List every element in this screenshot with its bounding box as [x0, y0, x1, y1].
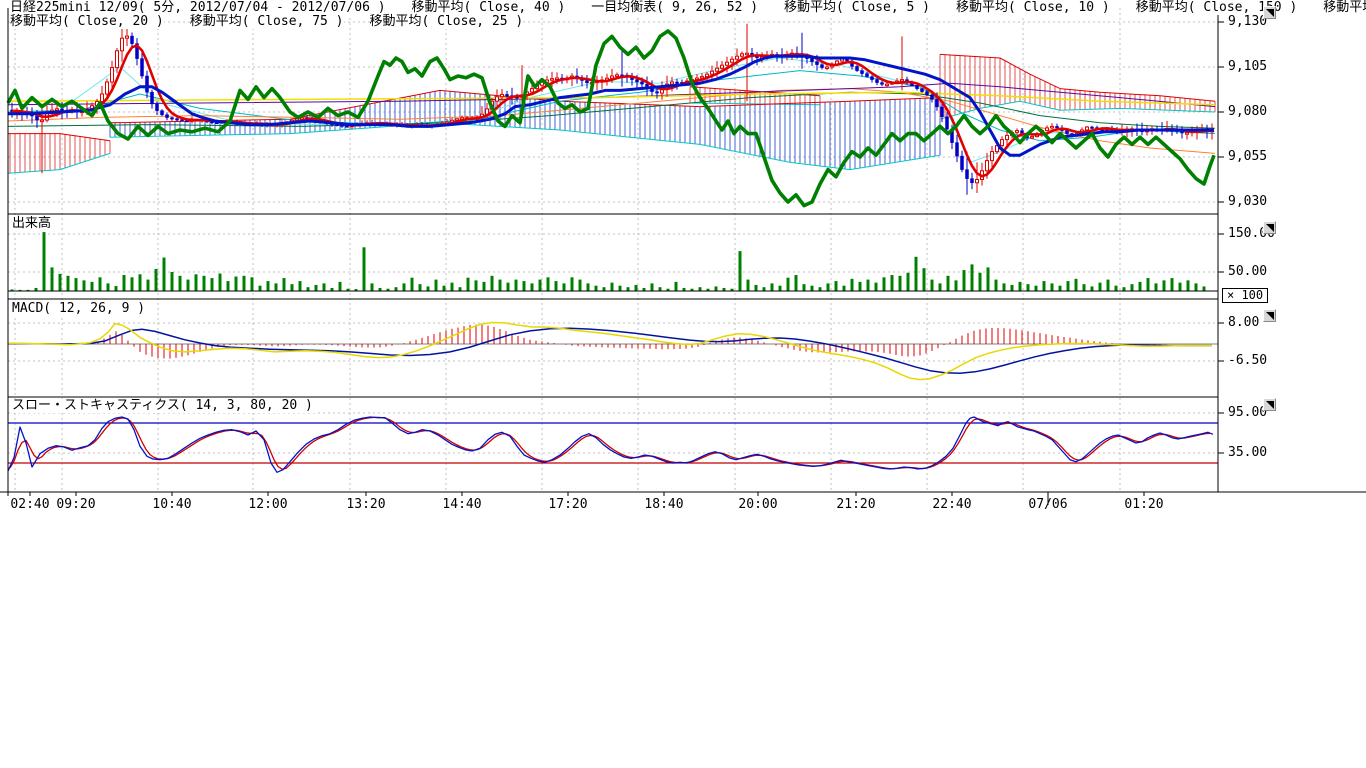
time-axis-tick-label: 21:20	[836, 498, 875, 511]
time-axis-tick-label: 22:40	[932, 498, 971, 511]
time-axis-tick-label: 20:00	[738, 498, 777, 511]
chart-canvas	[0, 0, 1366, 520]
time-axis-tick-label: 18:40	[644, 498, 683, 511]
y-axis-tick-label: 9,105	[1228, 60, 1267, 73]
corner-triangle-icon	[1264, 310, 1275, 321]
indicator-label: 日経225mini 12/09( 5分, 2012/07/04 - 2012/0…	[10, 0, 386, 15]
volume-panel-label: 出来高	[12, 217, 53, 231]
indicator-label: 移動平均( Close, 25 )	[370, 14, 524, 29]
chart-application-window: 日経225mini 12/09( 5分, 2012/07/04 - 2012/0…	[0, 0, 1366, 768]
y-axis-tick-label: -6.50	[1228, 354, 1267, 367]
time-axis-tick-label: 09:20	[56, 498, 95, 511]
y-axis-tick-label: 95.00	[1228, 406, 1267, 419]
macd-panel-label: MACD( 12, 26, 9 )	[12, 302, 147, 316]
time-axis-tick-label: 02:40	[10, 498, 49, 511]
y-axis-tick-label: 9,130	[1228, 15, 1267, 28]
time-axis-tick-label: 10:40	[152, 498, 191, 511]
corner-triangle-icon	[1264, 399, 1275, 410]
y-axis-tick-label: 9,055	[1228, 150, 1267, 163]
y-axis-tick-label: 8.00	[1228, 316, 1259, 329]
time-axis-tick-label: 01:20	[1124, 498, 1163, 511]
indicator-label: 移動平均( Close, 75 )	[190, 14, 344, 29]
corner-triangle-icon	[1264, 7, 1275, 18]
time-axis-tick-label: 12:00	[248, 498, 287, 511]
indicator-label: 移動平均( Close, 5 )	[784, 0, 930, 15]
indicator-label: 移動平均( Close, 40 )	[412, 0, 566, 15]
volume-unit-multiplier-box: × 100	[1222, 288, 1268, 303]
stochastics-panel-label: スロー・ストキャスティクス( 14, 3, 80, 20 )	[12, 399, 315, 413]
time-axis-tick-label: 17:20	[548, 498, 587, 511]
y-axis-tick-label: 35.00	[1228, 446, 1267, 459]
corner-triangle-icon	[1264, 222, 1275, 233]
y-axis-tick-label: 9,030	[1228, 195, 1267, 208]
time-axis-tick-label: 14:40	[442, 498, 481, 511]
indicator-label: 移動平均( Close, 20 )	[10, 14, 164, 29]
y-axis-tick-label: 9,080	[1228, 105, 1267, 118]
indicator-label: 一目均衡表( 9, 26, 52 )	[591, 0, 758, 15]
panel-scale-corner-button[interactable]	[1263, 309, 1276, 322]
panel-scale-corner-button[interactable]	[1263, 398, 1276, 411]
y-axis-tick-label: 50.00	[1228, 265, 1267, 278]
indicator-label: 移動平均( Close, 10 )	[956, 0, 1110, 15]
indicator-label: 移動平均( Close, 75 )	[1323, 0, 1366, 15]
panel-scale-corner-button[interactable]	[1263, 6, 1276, 19]
time-axis-tick-label: 13:20	[346, 498, 385, 511]
indicator-header-line-2: 移動平均( Close, 20 ) 移動平均( Close, 75 ) 移動平均( …	[10, 15, 549, 29]
indicator-header-line-1: 日経225mini 12/09( 5分, 2012/07/04 - 2012/0…	[10, 1, 1366, 15]
time-axis-date-label: 07/06	[1028, 498, 1067, 511]
panel-scale-corner-button[interactable]	[1263, 221, 1276, 234]
